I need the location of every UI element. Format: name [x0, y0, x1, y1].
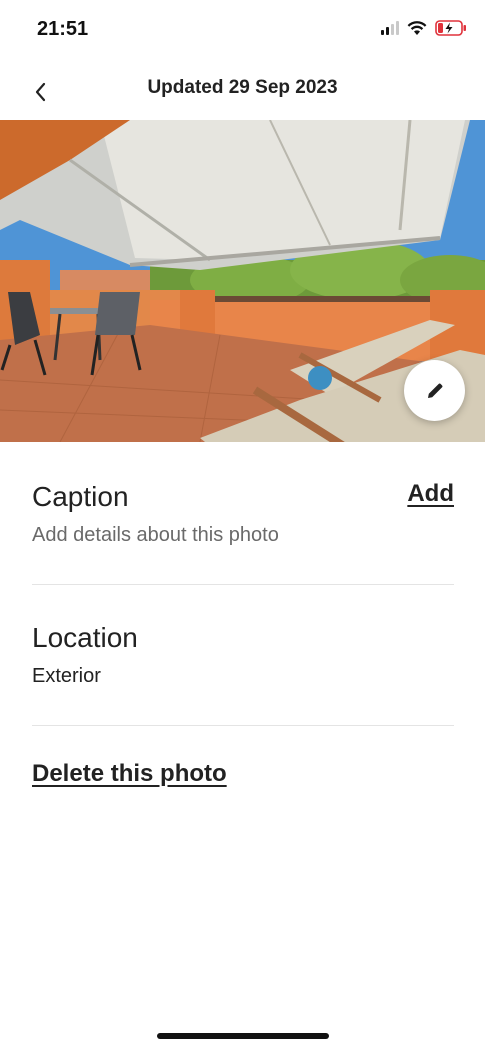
status-icons	[381, 20, 467, 36]
location-section[interactable]: Location Exterior	[32, 621, 454, 688]
pencil-icon	[427, 383, 442, 398]
wifi-icon	[407, 20, 427, 35]
add-caption-button[interactable]: Add	[407, 480, 454, 508]
battery-charging-icon	[435, 20, 466, 36]
divider	[32, 725, 454, 726]
divider	[32, 584, 454, 585]
caption-subtitle: Add details about this photo	[32, 524, 279, 546]
location-title: Location	[32, 622, 138, 653]
home-indicator	[157, 1033, 329, 1039]
caption-section: Caption Add Add details about this photo	[32, 480, 454, 547]
location-value: Exterior	[32, 665, 101, 687]
cellular-signal-icon	[381, 21, 399, 35]
delete-photo-button[interactable]: Delete this photo	[32, 760, 227, 788]
edit-photo-button[interactable]	[404, 360, 465, 421]
caption-title: Caption	[32, 481, 129, 512]
page-title: Updated 29 Sep 2023	[147, 77, 338, 98]
status-bar: 21:51	[0, 0, 485, 62]
status-time: 21:51	[37, 18, 89, 40]
header-bar: Updated 29 Sep 2023	[0, 62, 485, 118]
